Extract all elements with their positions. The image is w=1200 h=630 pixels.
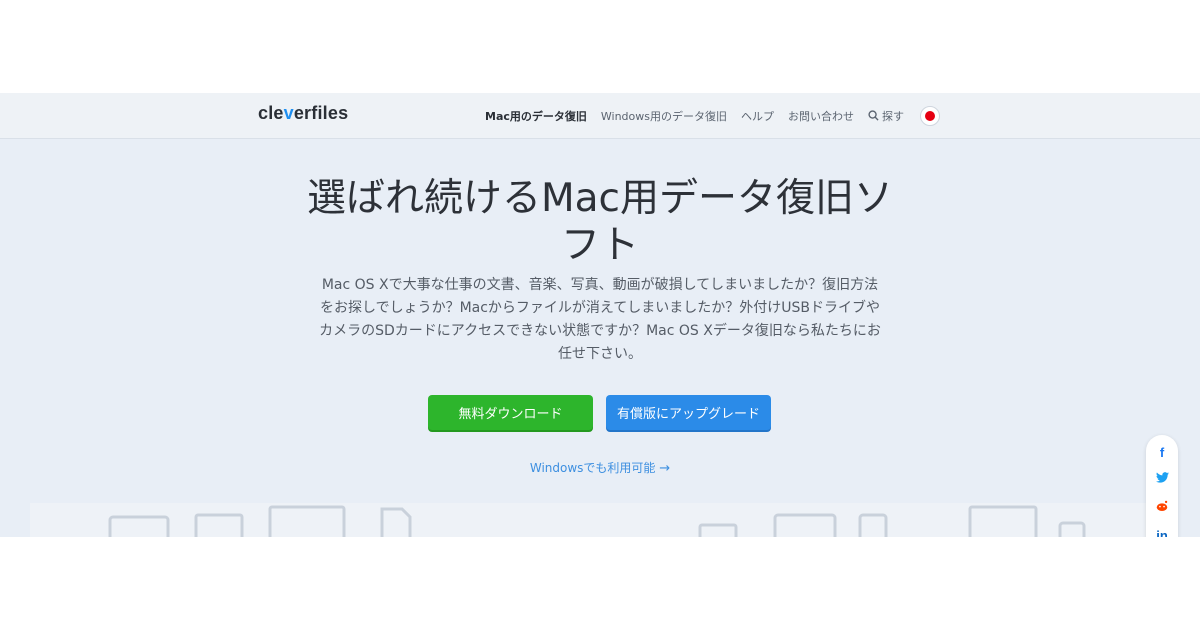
nav-search[interactable]: 探す — [868, 108, 904, 124]
search-icon — [868, 110, 879, 121]
logo-text-post: erfiles — [293, 103, 349, 123]
facebook-icon[interactable]: f — [1160, 445, 1164, 460]
windows-link-label: Windowsでも利用可能 — [529, 461, 656, 475]
hero-description: Mac OS Xで大事な仕事の文書、音楽、写真、動画が破損してしまいましたか？復… — [319, 277, 881, 362]
reddit-icon[interactable] — [1155, 500, 1169, 516]
website-viewport: cleverfiles Mac用のデータ復旧 Windows用のデータ復旧 ヘル… — [0, 93, 1200, 537]
language-selector[interactable] — [920, 105, 940, 126]
cleverfiles-logo[interactable]: cleverfiles — [258, 103, 348, 124]
main-nav: Mac用のデータ復旧 Windows用のデータ復旧 ヘルプ お問い合わせ 探す — [485, 93, 940, 138]
nav-search-label: 探す — [882, 109, 904, 123]
hero-title: 選ばれ続けるMac用データ復旧ソフト — [307, 176, 893, 268]
japan-flag-icon — [925, 110, 935, 121]
logo-mark: v — [283, 103, 294, 123]
nav-contact[interactable]: お問い合わせ — [788, 108, 854, 124]
upgrade-button[interactable]: 有償版にアップグレード — [606, 395, 771, 430]
linkedin-icon[interactable]: in — [1156, 528, 1168, 537]
free-download-button[interactable]: 無料ダウンロード — [428, 395, 593, 430]
windows-available-link[interactable]: Windowsでも利用可能 → — [0, 459, 1200, 476]
nav-windows-recovery[interactable]: Windows用のデータ復旧 — [601, 108, 727, 124]
social-share-bar: f in — [1146, 435, 1178, 537]
device-outlines — [108, 505, 1086, 537]
twitter-icon[interactable] — [1155, 472, 1169, 487]
logo-text-pre: cle — [258, 103, 284, 123]
arrow-right-icon: → — [659, 461, 671, 476]
header-bar: cleverfiles Mac用のデータ復旧 Windows用のデータ復旧 ヘル… — [0, 93, 1200, 139]
devices-illustration — [30, 503, 1170, 537]
nav-help[interactable]: ヘルプ — [741, 108, 774, 124]
nav-mac-recovery[interactable]: Mac用のデータ復旧 — [485, 108, 587, 124]
